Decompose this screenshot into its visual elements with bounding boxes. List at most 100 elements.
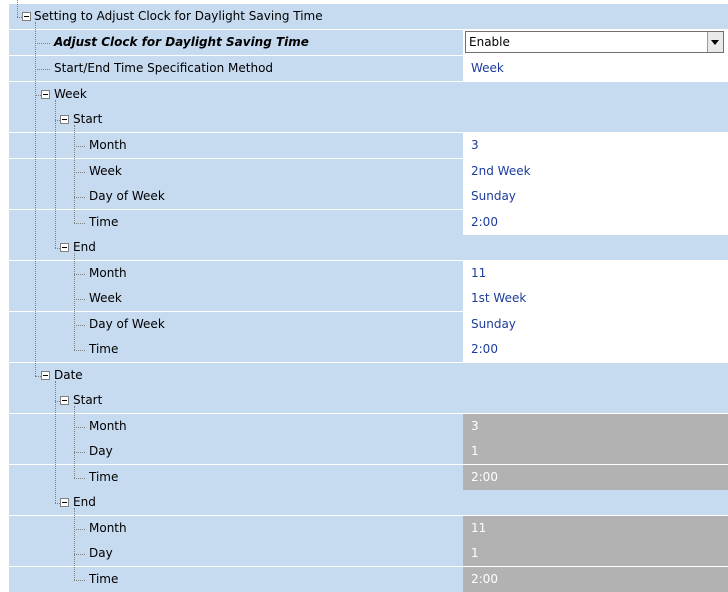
row-method: Start/End Time Specification Method Week	[9, 56, 728, 81]
row-week-start-time-value-cell[interactable]: 2:00	[463, 210, 728, 235]
row-week-end-week: Week 1st Week	[9, 286, 728, 311]
tree-connector	[35, 43, 50, 44]
tree-connector	[74, 125, 75, 223]
row-week-start-label-cell: Start	[9, 107, 463, 132]
tree-connector	[74, 146, 85, 147]
row-date-label-cell: Date	[9, 363, 463, 388]
row-week-end-month-value-cell[interactable]: 11	[463, 261, 728, 286]
collapse-icon[interactable]	[60, 498, 69, 507]
week-start-month-value[interactable]: 3	[471, 138, 479, 153]
tree-connector	[74, 172, 85, 173]
row-date-end-month: Month 11	[9, 516, 728, 541]
row-date-start-time-value-cell: 2:00	[463, 465, 728, 490]
date-end-day-label: Day	[89, 546, 113, 560]
row-week-start-month-value-cell[interactable]: 3	[463, 133, 728, 158]
adjust-clock-label: Adjust Clock for Daylight Saving Time	[54, 35, 309, 49]
dropdown-arrow-icon[interactable]	[707, 32, 723, 52]
collapse-icon[interactable]	[60, 115, 69, 124]
row-date-start-day-value-cell: 1	[463, 439, 728, 464]
row-week-label-cell: Week	[9, 82, 463, 107]
date-end-month-label: Month	[89, 521, 127, 535]
date-start-time-value: 2:00	[471, 470, 498, 484]
row-date-end-day: Day 1	[9, 541, 728, 566]
week-end-day-of-week-value[interactable]: Sunday	[471, 317, 516, 332]
week-end-month-value[interactable]: 11	[471, 266, 486, 281]
week-start-month-label: Month	[89, 138, 127, 152]
row-week-start: Start	[9, 107, 728, 132]
row-date-start-value-cell	[463, 388, 728, 413]
row-date-end: End	[9, 490, 728, 515]
date-start-month-label: Month	[89, 419, 127, 433]
tree-connector	[74, 274, 85, 275]
tree-connector	[74, 223, 85, 224]
week-end-day-of-week-label: Day of Week	[89, 317, 165, 331]
row-root-value-cell	[463, 4, 728, 29]
week-start-label: Start	[73, 112, 103, 126]
week-start-time-value[interactable]: 2:00	[471, 215, 498, 230]
tree-connector	[74, 253, 75, 350]
tree-connector	[35, 95, 41, 96]
tree-connector	[74, 580, 85, 581]
row-date-end-value-cell	[463, 490, 728, 515]
collapse-icon[interactable]	[60, 396, 69, 405]
row-week-end-day-of-week-value-cell[interactable]: Sunday	[463, 312, 728, 337]
row-week-end: End	[9, 235, 728, 260]
collapse-icon[interactable]	[41, 90, 50, 99]
tree-connector	[74, 478, 85, 479]
row-week-end-time: Time 2:00	[9, 337, 728, 362]
tree-connector	[55, 120, 60, 121]
row-week-end-label-cell: End	[9, 235, 463, 260]
tree-connector	[74, 299, 85, 300]
tree-connector	[55, 401, 60, 402]
row-date-end-day-value-cell: 1	[463, 541, 728, 566]
week-start-week-value[interactable]: 2nd Week	[471, 164, 531, 179]
row-date-start-time: Time 2:00	[9, 465, 728, 490]
date-start-label: Start	[73, 393, 103, 407]
row-week-start-week-value-cell[interactable]: 2nd Week	[463, 159, 728, 184]
row-date-start-month-value-cell: 3	[463, 414, 728, 439]
date-start-time-label: Time	[89, 470, 119, 484]
tree-connector	[17, 0, 18, 17]
row-method-label-cell: Start/End Time Specification Method	[9, 56, 463, 81]
collapse-icon[interactable]	[22, 12, 31, 21]
week-end-week-value[interactable]: 1st Week	[471, 291, 526, 306]
week-end-time-value[interactable]: 2:00	[471, 342, 498, 357]
tree-connector	[74, 325, 85, 326]
tree-connector	[74, 554, 85, 555]
method-value[interactable]: Week	[471, 61, 504, 76]
week-end-month-label: Month	[89, 266, 127, 280]
row-week-end-time-value-cell[interactable]: 2:00	[463, 337, 728, 362]
date-label: Date	[54, 368, 83, 382]
tree-connector	[74, 529, 85, 530]
date-end-month-value: 11	[471, 521, 487, 535]
tree-connector	[74, 452, 85, 453]
tree-connector	[74, 350, 85, 351]
row-method-value-cell[interactable]: Week	[463, 56, 728, 81]
row-date: Date	[9, 363, 728, 388]
week-end-time-label: Time	[89, 342, 119, 356]
tree-connector	[55, 503, 60, 504]
row-date-end-label-cell: End	[9, 490, 463, 515]
row-date-end-month-value-cell: 11	[463, 516, 728, 541]
row-week-end-week-value-cell[interactable]: 1st Week	[463, 286, 728, 311]
collapse-icon[interactable]	[41, 371, 50, 380]
row-week-start-time: Time 2:00	[9, 210, 728, 235]
collapse-icon[interactable]	[60, 243, 69, 252]
row-date-value-cell	[463, 363, 728, 388]
row-week-start-day-of-week-value-cell[interactable]: Sunday	[463, 184, 728, 209]
row-date-end-time: Time 2:00	[9, 567, 728, 592]
week-start-day-of-week-label: Day of Week	[89, 189, 165, 203]
tree-connector	[35, 22, 36, 376]
week-start-day-of-week-value[interactable]: Sunday	[471, 189, 516, 204]
row-root: Setting to Adjust Clock for Daylight Sav…	[9, 4, 728, 29]
tree-connector	[74, 197, 85, 198]
row-week-start-day-of-week: Day of Week Sunday	[9, 184, 728, 209]
tree-connector	[17, 17, 22, 18]
tree-connector	[55, 381, 56, 503]
root-label: Setting to Adjust Clock for Daylight Sav…	[34, 9, 323, 23]
date-end-label: End	[73, 495, 96, 509]
week-label: Week	[54, 87, 87, 101]
adjust-clock-dropdown[interactable]: Enable	[465, 31, 724, 53]
row-adjust-clock-label-cell: Adjust Clock for Daylight Saving Time	[9, 30, 463, 55]
row-week-start-month: Month 3	[9, 133, 728, 158]
